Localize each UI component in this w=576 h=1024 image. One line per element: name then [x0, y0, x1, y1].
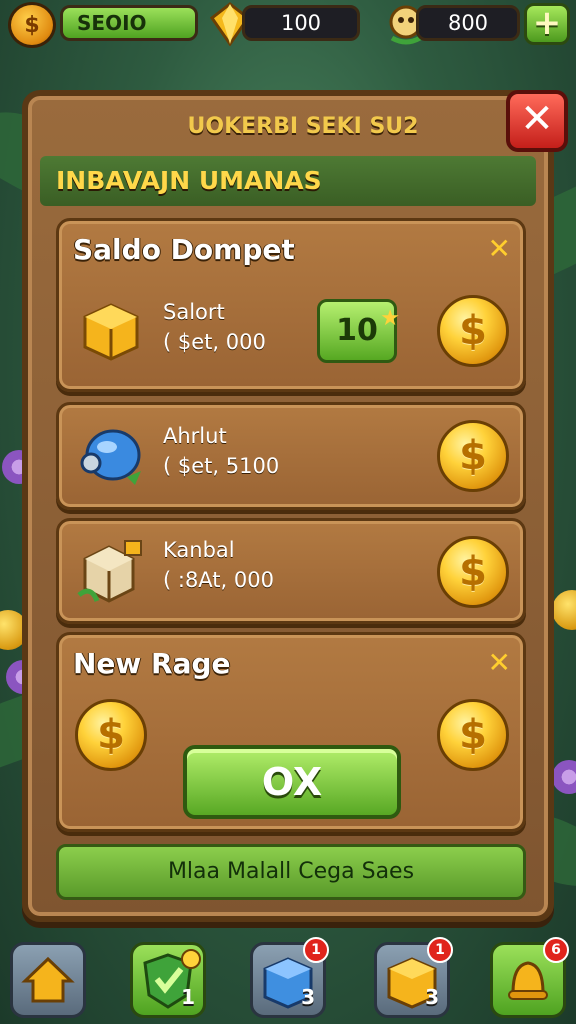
add-currency-button[interactable]: +: [524, 3, 570, 45]
background-coin: [552, 590, 576, 630]
panel-title: UOKERBI SEKI SU2: [187, 114, 419, 139]
notification-badge: 1: [427, 937, 453, 963]
gold-box-icon: [83, 303, 139, 361]
coin-icon: $: [75, 699, 147, 771]
nav-count: 3: [301, 985, 315, 1009]
item-name: Ahrlut: [163, 424, 227, 448]
nav-quests-button[interactable]: 1: [130, 942, 206, 1018]
item-card: Kanbal ( :8At, 000 $: [56, 518, 526, 624]
star-icon: ★: [380, 306, 400, 331]
player-name-pill: SEOIO: [60, 5, 198, 41]
top-bar: $ SEOIO 100 800 +: [0, 0, 576, 48]
item-name: Salort: [163, 300, 225, 324]
coin-count: 800: [416, 5, 520, 41]
wallet-card: Saldo Dompet ✕ Salort ( $et, 000 10 ★ $: [56, 218, 526, 392]
notification-badge: 1: [303, 937, 329, 963]
nav-count: 3: [425, 985, 439, 1009]
avatar-coin-icon: $: [24, 12, 40, 38]
item-price: ( $et, 000: [163, 330, 266, 354]
home-icon: [21, 956, 75, 1003]
new-range-dismiss-button[interactable]: ✕: [488, 649, 511, 677]
notification-badge: 6: [543, 937, 569, 963]
nav-shop-button[interactable]: 1 3: [374, 937, 453, 1018]
nav-notifications-button[interactable]: 6: [490, 937, 569, 1018]
item-count-button[interactable]: 10 ★: [317, 299, 400, 363]
nav-inventory-button[interactable]: 1 3: [250, 937, 329, 1018]
section-title: INBAVAJN UMANAS: [40, 156, 536, 206]
item-card: Ahrlut ( $et, 5100 $: [56, 402, 526, 510]
item-price: ( :8At, 000: [163, 568, 274, 592]
wallet-heading: Saldo Dompet: [73, 233, 295, 266]
coin-buy-button[interactable]: $: [437, 295, 509, 367]
shop-panel: UOKERBI SEKI SU2 ✕ INBAVAJN UMANAS Saldo…: [22, 90, 568, 922]
new-range-heading: New Rage: [73, 647, 231, 680]
close-button[interactable]: ✕: [506, 90, 568, 152]
nav-home-button[interactable]: [10, 942, 86, 1018]
item-count: 10: [336, 313, 378, 348]
coin-buy-button[interactable]: $: [437, 536, 509, 608]
coin-icon: $: [437, 699, 509, 771]
nav-count: 1: [181, 985, 195, 1009]
item-price: ( $et, 5100: [163, 454, 280, 478]
ok-button[interactable]: OX: [183, 745, 401, 819]
new-range-card: New Rage ✕ $ $ OX: [56, 632, 526, 832]
coin-buy-button[interactable]: $: [437, 420, 509, 492]
background-flower: [552, 760, 576, 794]
footer-button[interactable]: Mlaa Malall Cega Saes: [56, 844, 526, 900]
gem-count: 100: [242, 5, 360, 41]
wallet-dismiss-button[interactable]: ✕: [488, 235, 511, 263]
player-avatar[interactable]: $: [8, 2, 56, 48]
blue-orb-icon: [80, 429, 141, 485]
crate-icon: [77, 540, 142, 603]
item-name: Kanbal: [163, 538, 235, 562]
